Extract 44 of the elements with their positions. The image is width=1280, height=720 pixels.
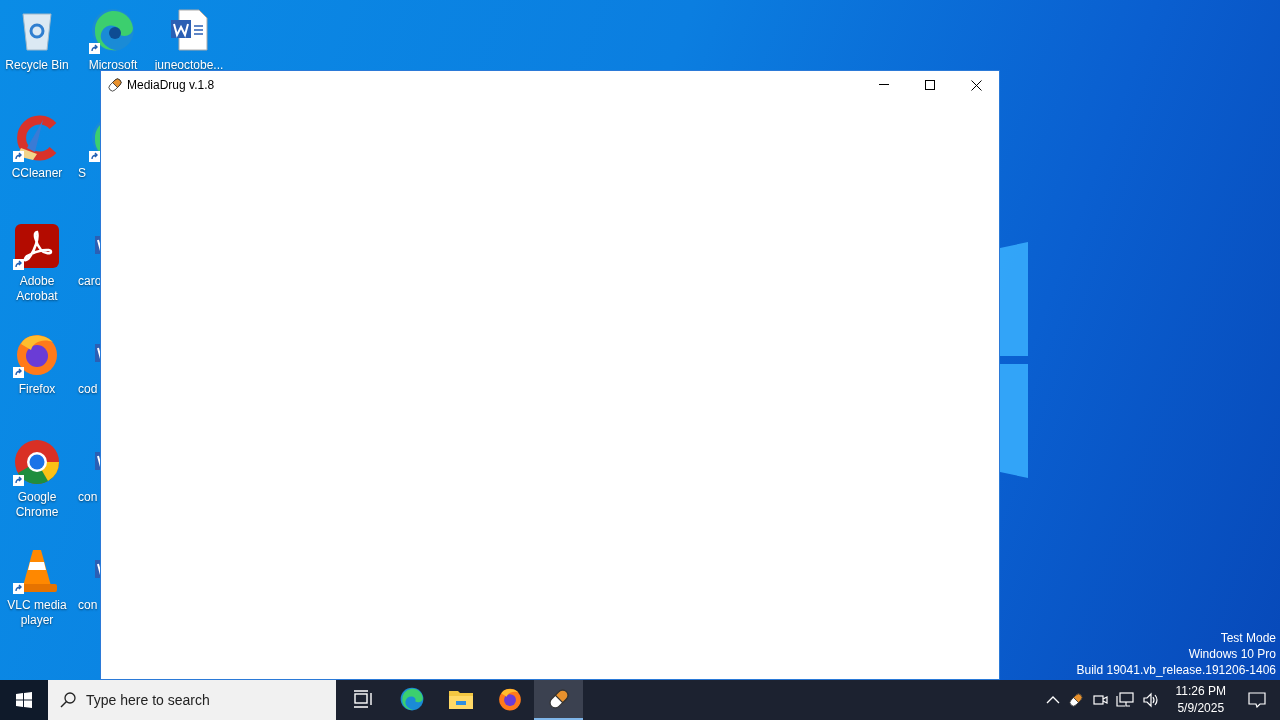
edge-icon [398, 686, 425, 712]
desktop-icon-label[interactable]: S [76, 166, 86, 181]
acrobat-icon [13, 222, 61, 270]
shortcut-arrow-icon [13, 475, 24, 486]
desktop-icon-label[interactable]: juneoctobe... [154, 58, 224, 73]
system-watermark-text: Build 19041.vb_release.191206-1406 [1076, 662, 1276, 678]
desktop-icon-label[interactable]: Recycle Bin [5, 58, 69, 73]
clock-time: 11:26 PM [1175, 683, 1226, 700]
desktop-icon-label[interactable]: Firefox [18, 382, 56, 397]
close-icon [970, 79, 982, 91]
shortcut-arrow-icon [89, 43, 100, 54]
system-watermark-text: Test Mode [1220, 630, 1276, 646]
minimize-icon [879, 84, 889, 86]
shortcut-arrow-icon [13, 367, 24, 378]
desktop-icon-label[interactable]: Microsoft [88, 58, 138, 73]
shortcut-arrow-icon [13, 259, 24, 270]
maximize-icon [925, 80, 935, 90]
network-icon[interactable] [1115, 692, 1134, 708]
shortcut-arrow-icon [13, 151, 24, 162]
desktop-icon-label[interactable]: con [76, 598, 98, 613]
window-title: MediaDrug v.1.8 [127, 77, 215, 94]
taskbar-app-button[interactable] [534, 680, 583, 720]
desktop-icon-label[interactable]: Adobe Acrobat [0, 274, 74, 304]
desktop-icon-label[interactable]: cod [76, 382, 98, 397]
folder-icon [447, 688, 474, 710]
desktop-icon-label[interactable]: VLC media player [0, 598, 74, 628]
camera-icon[interactable] [1091, 692, 1108, 708]
desktop-icon-label[interactable]: Google Chrome [0, 490, 74, 520]
shortcut-arrow-icon [13, 583, 24, 594]
start-button[interactable] [0, 680, 48, 720]
clock-date: 5/9/2025 [1177, 700, 1225, 717]
chrome-icon [13, 438, 61, 486]
task-view-icon [352, 690, 373, 708]
windows-icon [16, 692, 32, 708]
chevron-up-icon[interactable] [1045, 695, 1060, 705]
edge-icon [89, 6, 137, 54]
speech-bubble-icon [1248, 692, 1266, 708]
system-watermark-text: Windows 10 Pro [1188, 646, 1276, 662]
desktop-icon-label[interactable]: CCleaner [11, 166, 63, 181]
desktop-icon-label[interactable]: caro [76, 274, 102, 289]
firefox-icon [496, 686, 523, 712]
volume-icon[interactable] [1141, 692, 1160, 708]
search-icon [60, 692, 76, 708]
desktop-icon-label[interactable]: con [76, 490, 98, 505]
